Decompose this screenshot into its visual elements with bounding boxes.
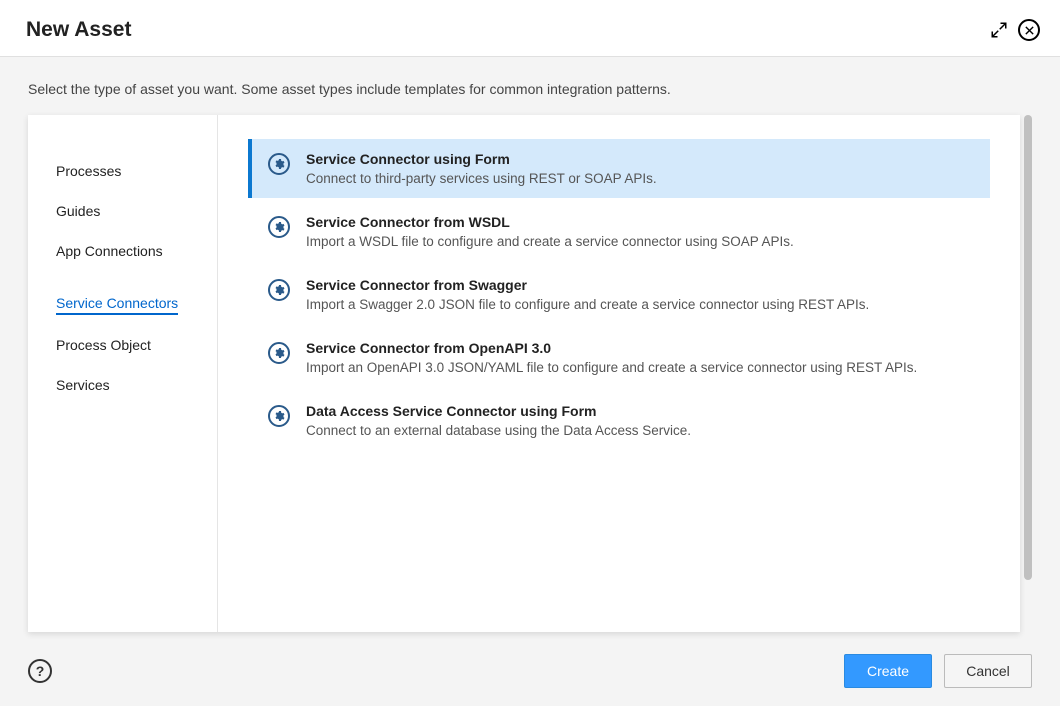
- sidebar-item-guides[interactable]: Guides: [56, 191, 199, 231]
- scrollbar-thumb[interactable]: [1024, 115, 1032, 580]
- sidebar-item-services[interactable]: Services: [56, 365, 199, 405]
- gear-icon: [268, 342, 290, 364]
- option-text: Service Connector from OpenAPI 3.0 Impor…: [306, 340, 917, 375]
- option-desc: Import a Swagger 2.0 JSON file to config…: [306, 297, 869, 312]
- option-desc: Connect to an external database using th…: [306, 423, 691, 438]
- intro-text: Select the type of asset you want. Some …: [0, 57, 1060, 115]
- sidebar-item-app-connections[interactable]: App Connections: [56, 231, 199, 271]
- sidebar: Processes Guides App Connections Service…: [28, 115, 218, 632]
- sidebar-item-processes[interactable]: Processes: [56, 151, 199, 191]
- option-text: Service Connector using Form Connect to …: [306, 151, 657, 186]
- option-title: Data Access Service Connector using Form: [306, 403, 691, 419]
- sidebar-item-service-connectors[interactable]: Service Connectors: [56, 283, 178, 315]
- help-icon[interactable]: ?: [28, 659, 52, 683]
- panel-wrapper: Processes Guides App Connections Service…: [28, 115, 1032, 632]
- footer-buttons: Create Cancel: [844, 654, 1032, 688]
- option-title: Service Connector using Form: [306, 151, 657, 167]
- expand-icon[interactable]: [990, 21, 1008, 39]
- option-service-connector-form[interactable]: Service Connector using Form Connect to …: [248, 139, 990, 198]
- option-text: Service Connector from WSDL Import a WSD…: [306, 214, 794, 249]
- option-desc: Import a WSDL file to configure and crea…: [306, 234, 794, 249]
- gear-icon: [268, 216, 290, 238]
- modal-body: Select the type of asset you want. Some …: [0, 57, 1060, 706]
- close-button[interactable]: [1018, 19, 1040, 41]
- content-area: Service Connector using Form Connect to …: [218, 115, 1020, 632]
- option-service-connector-wsdl[interactable]: Service Connector from WSDL Import a WSD…: [248, 202, 990, 261]
- modal-footer: ? Create Cancel: [0, 636, 1060, 706]
- option-text: Data Access Service Connector using Form…: [306, 403, 691, 438]
- gear-icon: [268, 279, 290, 301]
- modal-header: New Asset: [0, 0, 1060, 57]
- main-panel: Processes Guides App Connections Service…: [28, 115, 1020, 632]
- option-title: Service Connector from Swagger: [306, 277, 869, 293]
- option-desc: Import an OpenAPI 3.0 JSON/YAML file to …: [306, 360, 917, 375]
- option-text: Service Connector from Swagger Import a …: [306, 277, 869, 312]
- cancel-button[interactable]: Cancel: [944, 654, 1032, 688]
- gear-icon: [268, 405, 290, 427]
- new-asset-modal: New Asset Select the type of asset you w…: [0, 0, 1060, 706]
- gear-icon: [268, 153, 290, 175]
- header-controls: [990, 19, 1040, 41]
- option-title: Service Connector from WSDL: [306, 214, 794, 230]
- option-data-access-connector[interactable]: Data Access Service Connector using Form…: [248, 391, 990, 450]
- create-button[interactable]: Create: [844, 654, 932, 688]
- modal-title: New Asset: [26, 18, 131, 42]
- option-service-connector-openapi[interactable]: Service Connector from OpenAPI 3.0 Impor…: [248, 328, 990, 387]
- option-title: Service Connector from OpenAPI 3.0: [306, 340, 917, 356]
- option-service-connector-swagger[interactable]: Service Connector from Swagger Import a …: [248, 265, 990, 324]
- option-desc: Connect to third-party services using RE…: [306, 171, 657, 186]
- sidebar-item-process-object[interactable]: Process Object: [56, 325, 199, 365]
